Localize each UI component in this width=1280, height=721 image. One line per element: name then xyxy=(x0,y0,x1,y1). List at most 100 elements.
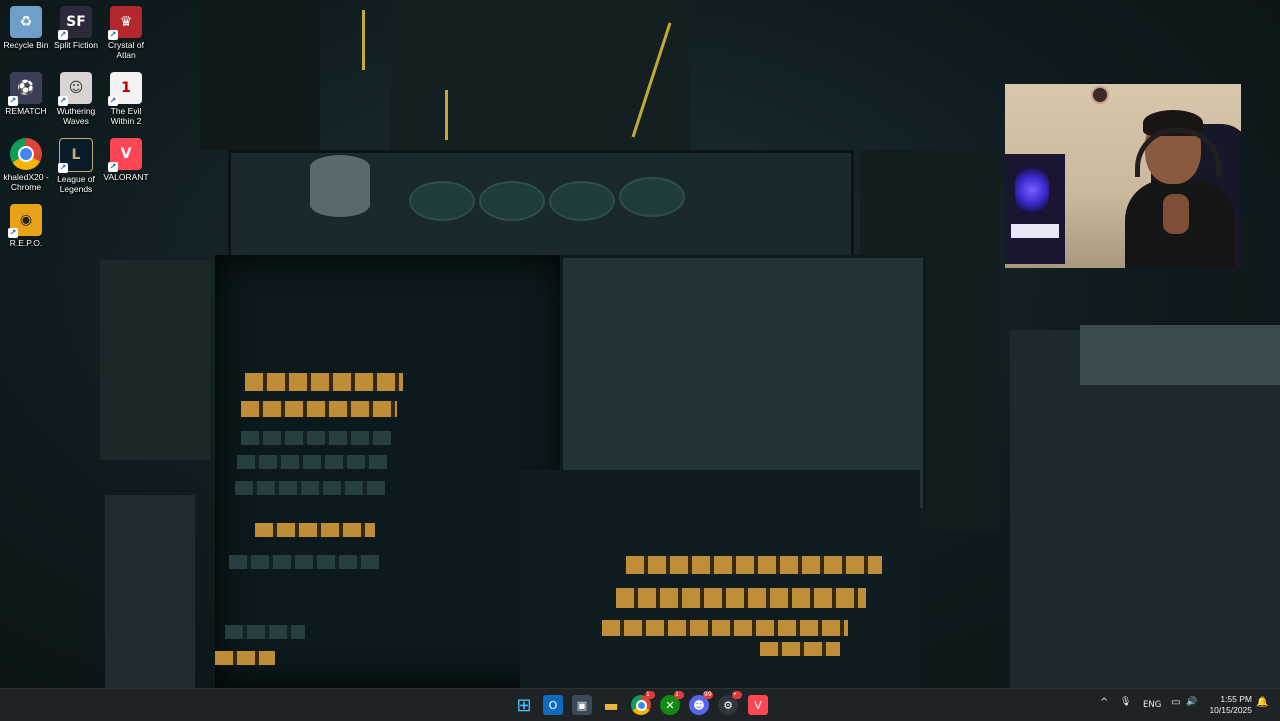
desktop-icon-chrome[interactable]: khaledX20 - Chrome xyxy=(0,134,52,192)
dark-windows xyxy=(235,481,385,495)
split-fiction-icon: SF ↗ xyxy=(58,6,92,40)
lit-windows xyxy=(616,588,866,608)
notification-bell-icon[interactable]: 🔔 xyxy=(1256,697,1268,708)
gaming-pc xyxy=(1005,154,1065,264)
dark-windows xyxy=(237,455,387,469)
desktop-icon-wuthering-waves[interactable]: ☺ ↗ Wuthering Waves xyxy=(50,68,102,126)
desktop-icon-recycle-bin[interactable]: ♻ Recycle Bin xyxy=(0,2,52,50)
repo-icon: ◉ ↗ xyxy=(8,204,42,238)
desktop-icon-label: Recycle Bin xyxy=(3,40,49,50)
windows-start-icon: ⊞ xyxy=(516,694,532,716)
lit-windows xyxy=(760,642,840,656)
volume-icon[interactable]: 🔊 xyxy=(1186,697,1197,707)
league-of-legends-icon: L ↗ xyxy=(58,138,93,173)
rooftop-fan xyxy=(479,181,545,221)
icon-glyph: ◉ xyxy=(19,212,33,228)
icon-glyph: SF xyxy=(66,14,86,30)
start-button[interactable]: ⊞ xyxy=(514,694,534,716)
shortcut-arrow-icon: ↗ xyxy=(108,162,118,172)
desktop-icon-rematch[interactable]: ⚽ ↗ REMATCH xyxy=(0,68,52,116)
rooftop-fan xyxy=(409,181,475,221)
language-indicator[interactable]: ENG xyxy=(1143,700,1161,710)
show-hidden-icons-chevron-icon[interactable]: ^ xyxy=(1100,697,1108,708)
outlook-taskbar-button[interactable]: O xyxy=(543,695,563,715)
desktop-icon-label: VALORANT xyxy=(103,172,149,182)
icon-glyph: V xyxy=(120,146,132,162)
light-streak xyxy=(362,10,365,70)
clock-time: 1:55 PM xyxy=(1220,694,1252,704)
desktop-icon-label: R.E.P.O. xyxy=(9,238,43,248)
notification-badge: 1 xyxy=(674,691,684,699)
desktop-icon-valorant[interactable]: V ↗ VALORANT xyxy=(100,134,152,182)
microphone-icon[interactable]: 🎙 xyxy=(1120,697,1131,707)
icon-glyph: ⚽ xyxy=(17,80,35,96)
wallpaper-building xyxy=(105,495,195,688)
shortcut-arrow-icon: ↗ xyxy=(8,96,18,106)
wallpaper-building-roof xyxy=(1080,325,1280,385)
desktop-icon-crystal-of-atlan[interactable]: ♛ ↗ Crystal of Atlan xyxy=(100,2,152,60)
light-streak xyxy=(445,90,448,140)
desktop-icon-label: Crystal of Atlan xyxy=(108,40,144,60)
valorant-icon: V ↗ xyxy=(108,138,142,172)
shortcut-arrow-icon: ↗ xyxy=(58,163,68,173)
wallpaper-building xyxy=(200,0,320,150)
icon-glyph: ♛ xyxy=(119,14,133,30)
discord-taskbar-button[interactable]: ☻ 99 xyxy=(689,691,713,715)
desktop-icon-repo[interactable]: ◉ ↗ R.E.P.O. xyxy=(0,200,52,248)
evil-within-2-icon: 1 ↗ xyxy=(108,72,142,106)
shortcut-arrow-icon: ↗ xyxy=(58,30,68,40)
chrome-icon xyxy=(10,138,42,170)
shortcut-arrow-icon: ↗ xyxy=(8,228,18,238)
desktop-icon-split-fiction[interactable]: SF ↗ Split Fiction xyxy=(50,2,102,50)
xbox-icon: ✕ xyxy=(665,698,675,712)
notification-badge: • xyxy=(732,691,742,699)
crystal-of-atlan-icon: ♛ ↗ xyxy=(108,6,142,40)
lit-windows xyxy=(241,401,397,417)
chrome-center xyxy=(18,146,34,162)
file-explorer-icon: ▬ xyxy=(603,695,619,715)
lit-windows xyxy=(626,556,882,574)
desktop-icon-label: Split Fiction xyxy=(54,40,98,50)
recycle-bin-icon: ♻ xyxy=(10,6,42,38)
steam-taskbar-button[interactable]: ⚙ • xyxy=(718,691,742,715)
dark-windows xyxy=(229,555,379,569)
xbox-taskbar-button[interactable]: ✕ 1 xyxy=(660,691,684,715)
desktop-icon-label: The Evil Within 2 xyxy=(110,106,142,126)
lit-windows xyxy=(215,651,275,665)
dark-windows xyxy=(241,431,391,445)
wallpaper-building xyxy=(100,260,210,460)
lit-windows xyxy=(255,523,375,537)
desktop-icon-label: League of Legends xyxy=(57,174,95,194)
chrome-icon xyxy=(635,699,647,711)
icon-glyph: L xyxy=(71,147,81,163)
wuthering-waves-icon: ☺ ↗ xyxy=(58,72,92,106)
taskbar-clock[interactable]: 1:55 PM 10/15/2025 xyxy=(1204,694,1252,716)
wallpaper-building xyxy=(215,255,565,688)
store-taskbar-button[interactable]: ▣ xyxy=(572,695,592,715)
shortcut-arrow-icon: ↗ xyxy=(58,96,68,106)
file-explorer-taskbar-button[interactable]: ▬ xyxy=(601,695,621,715)
water-tower xyxy=(310,155,370,217)
chrome-taskbar-button[interactable]: 1 xyxy=(631,691,655,715)
discord-icon: ☻ xyxy=(693,698,705,712)
wallpaper-building xyxy=(390,0,690,150)
lit-windows xyxy=(602,620,848,636)
taskbar: ⊞ O ▣ ▬ 1 ✕ 1 ☻ 99 ⚙ • V ^ 🎙 ENG ▭ 🔊 1:5… xyxy=(0,688,1280,721)
valorant-icon: V xyxy=(754,698,762,712)
ceiling-light xyxy=(1091,86,1109,104)
streamer xyxy=(1125,110,1235,268)
steam-icon: ⚙ xyxy=(723,698,733,712)
notification-badge: 1 xyxy=(645,691,655,699)
rematch-icon: ⚽ ↗ xyxy=(8,72,42,106)
clock-date: 10/15/2025 xyxy=(1209,705,1252,715)
desktop-icon-evil-within-2[interactable]: 1 ↗ The Evil Within 2 xyxy=(100,68,152,126)
desktop-icon-league-of-legends[interactable]: L ↗ League of Legends xyxy=(50,134,102,194)
webcam-overlay xyxy=(1005,84,1241,268)
desktop-icon-label: REMATCH xyxy=(5,106,47,116)
network-icon[interactable]: ▭ xyxy=(1171,697,1180,708)
rooftop-fan xyxy=(619,177,685,217)
icon-glyph: 1 xyxy=(121,80,131,96)
desktop-icon-label: Wuthering Waves xyxy=(56,106,96,126)
valorant-taskbar-button[interactable]: V xyxy=(748,695,768,715)
icon-glyph: ☺ xyxy=(68,80,84,96)
